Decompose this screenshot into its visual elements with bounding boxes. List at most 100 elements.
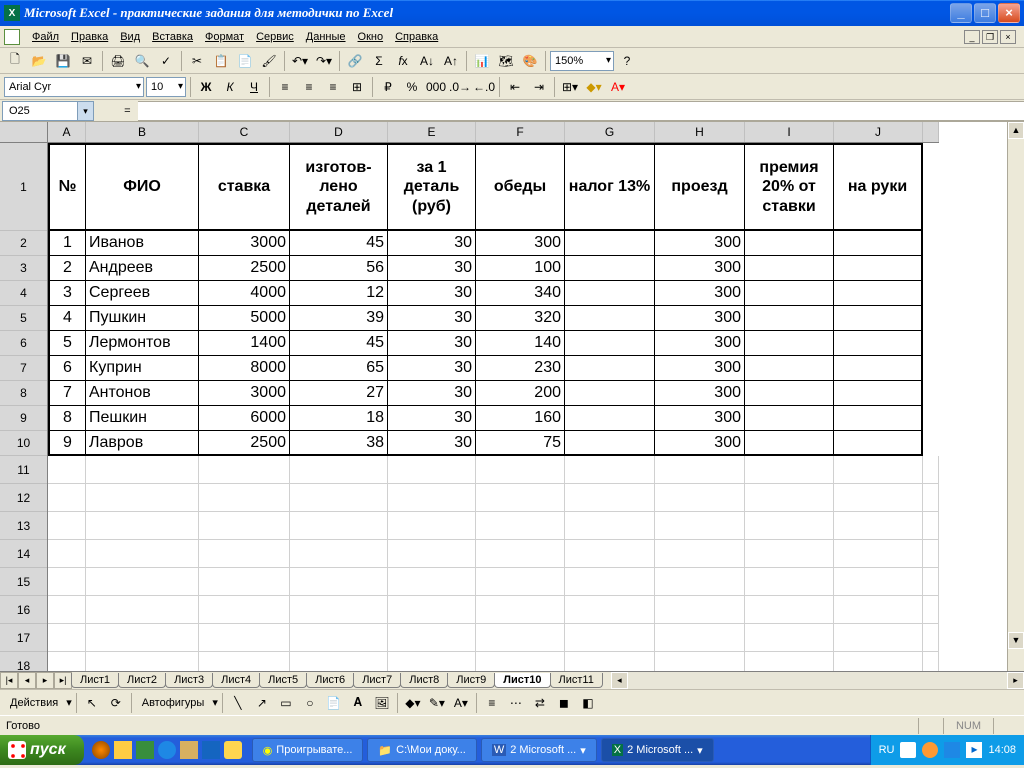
redo-button[interactable]: ↷▾ [313,50,335,72]
sheet-tab-Лист8[interactable]: Лист8 [400,673,448,688]
select-objects-button[interactable]: ↖ [81,692,103,714]
cell-D16[interactable] [290,596,388,624]
cell-A3[interactable]: 2 [48,256,86,281]
column-header-H[interactable]: H [655,122,745,142]
3d-button[interactable]: ◧ [577,692,599,714]
cell-B9[interactable]: Пешкин [86,406,199,431]
cell-F6[interactable]: 140 [476,331,565,356]
cell-J9[interactable] [834,406,923,431]
align-left-button[interactable]: ≡ [274,76,296,98]
column-header-F[interactable]: F [476,122,565,142]
cell-A8[interactable]: 7 [48,381,86,406]
row-header-18[interactable]: 18 [0,652,47,671]
close-button[interactable]: × [998,3,1020,23]
cell-H11[interactable] [655,456,745,484]
font-color-draw-button[interactable]: A▾ [450,692,472,714]
decrease-indent-button[interactable]: ⇤ [504,76,526,98]
cell-E13[interactable] [388,512,476,540]
cell-F16[interactable] [476,596,565,624]
cell-E11[interactable] [388,456,476,484]
ql-icon-4[interactable] [158,741,176,759]
cell-J1[interactable]: на руки [834,143,923,231]
undo-button[interactable]: ↶▾ [289,50,311,72]
select-all-corner[interactable] [0,122,48,143]
ql-icon-5[interactable] [180,741,198,759]
cell-G10[interactable] [565,431,655,456]
cell-E8[interactable]: 30 [388,381,476,406]
cell-B4[interactable]: Сергеев [86,281,199,306]
oval-button[interactable]: ○ [299,692,321,714]
cell-J14[interactable] [834,540,923,568]
cell-E6[interactable]: 30 [388,331,476,356]
cell-B2[interactable]: Иванов [86,231,199,256]
cell-16[interactable] [923,596,939,624]
row-header-4[interactable]: 4 [0,281,47,306]
arrow-style-button[interactable]: ⇄ [529,692,551,714]
cell-B14[interactable] [86,540,199,568]
cell-B18[interactable] [86,652,199,671]
cell-J17[interactable] [834,624,923,652]
cell-D4[interactable]: 12 [290,281,388,306]
column-header-A[interactable]: A [48,122,86,142]
font-color-button[interactable]: A▾ [607,76,629,98]
italic-button[interactable]: К [219,76,241,98]
cell-J13[interactable] [834,512,923,540]
cell-C5[interactable]: 5000 [199,306,290,331]
comma-button[interactable]: 000 [425,76,447,98]
cell-C16[interactable] [199,596,290,624]
cell-E5[interactable]: 30 [388,306,476,331]
cell-C2[interactable]: 3000 [199,231,290,256]
cell-C7[interactable]: 8000 [199,356,290,381]
row-header-10[interactable]: 10 [0,431,47,456]
cell-J8[interactable] [834,381,923,406]
row-header-15[interactable]: 15 [0,568,47,596]
cell-B1[interactable]: ФИО [86,143,199,231]
autosum-button[interactable]: Σ [368,50,390,72]
menu-edit[interactable]: Правка [65,29,114,45]
cell-C10[interactable]: 2500 [199,431,290,456]
zoom-select[interactable]: 150% [550,51,614,71]
cell-H2[interactable]: 300 [655,231,745,256]
function-button[interactable]: fx [392,50,414,72]
cell-H7[interactable]: 300 [655,356,745,381]
cell-E17[interactable] [388,624,476,652]
cell-A16[interactable] [48,596,86,624]
new-button[interactable]: 🗋 [4,50,26,72]
row-header-11[interactable]: 11 [0,456,47,484]
cell-D3[interactable]: 56 [290,256,388,281]
sheet-tab-Лист6[interactable]: Лист6 [306,673,354,688]
cell-A17[interactable] [48,624,86,652]
cell-C18[interactable] [199,652,290,671]
cell-J18[interactable] [834,652,923,671]
scroll-left-button[interactable]: ◂ [611,672,628,689]
cell-D11[interactable] [290,456,388,484]
cell-J4[interactable] [834,281,923,306]
column-header-J[interactable]: J [834,122,923,142]
format-painter-button[interactable]: 🖌 [258,50,280,72]
row-header-14[interactable]: 14 [0,540,47,568]
column-header-D[interactable]: D [290,122,388,142]
cell-G13[interactable] [565,512,655,540]
cell-17[interactable] [923,624,939,652]
row-header-5[interactable]: 5 [0,306,47,331]
cell-I7[interactable] [745,356,834,381]
cell-I15[interactable] [745,568,834,596]
cell-G8[interactable] [565,381,655,406]
cell-E18[interactable] [388,652,476,671]
cell-D2[interactable]: 45 [290,231,388,256]
row-header-12[interactable]: 12 [0,484,47,512]
cell-D14[interactable] [290,540,388,568]
cell-I13[interactable] [745,512,834,540]
cell-C8[interactable]: 3000 [199,381,290,406]
cell-B6[interactable]: Лермонтов [86,331,199,356]
open-button[interactable]: 📂 [28,50,50,72]
tray-icon-1[interactable] [900,742,916,758]
cell-G14[interactable] [565,540,655,568]
cell-I14[interactable] [745,540,834,568]
cell-F9[interactable]: 160 [476,406,565,431]
cell-B8[interactable]: Антонов [86,381,199,406]
increase-indent-button[interactable]: ⇥ [528,76,550,98]
cell-H16[interactable] [655,596,745,624]
task-button-4[interactable]: X2 Microsoft ...▾ [601,738,714,762]
cell-E3[interactable]: 30 [388,256,476,281]
